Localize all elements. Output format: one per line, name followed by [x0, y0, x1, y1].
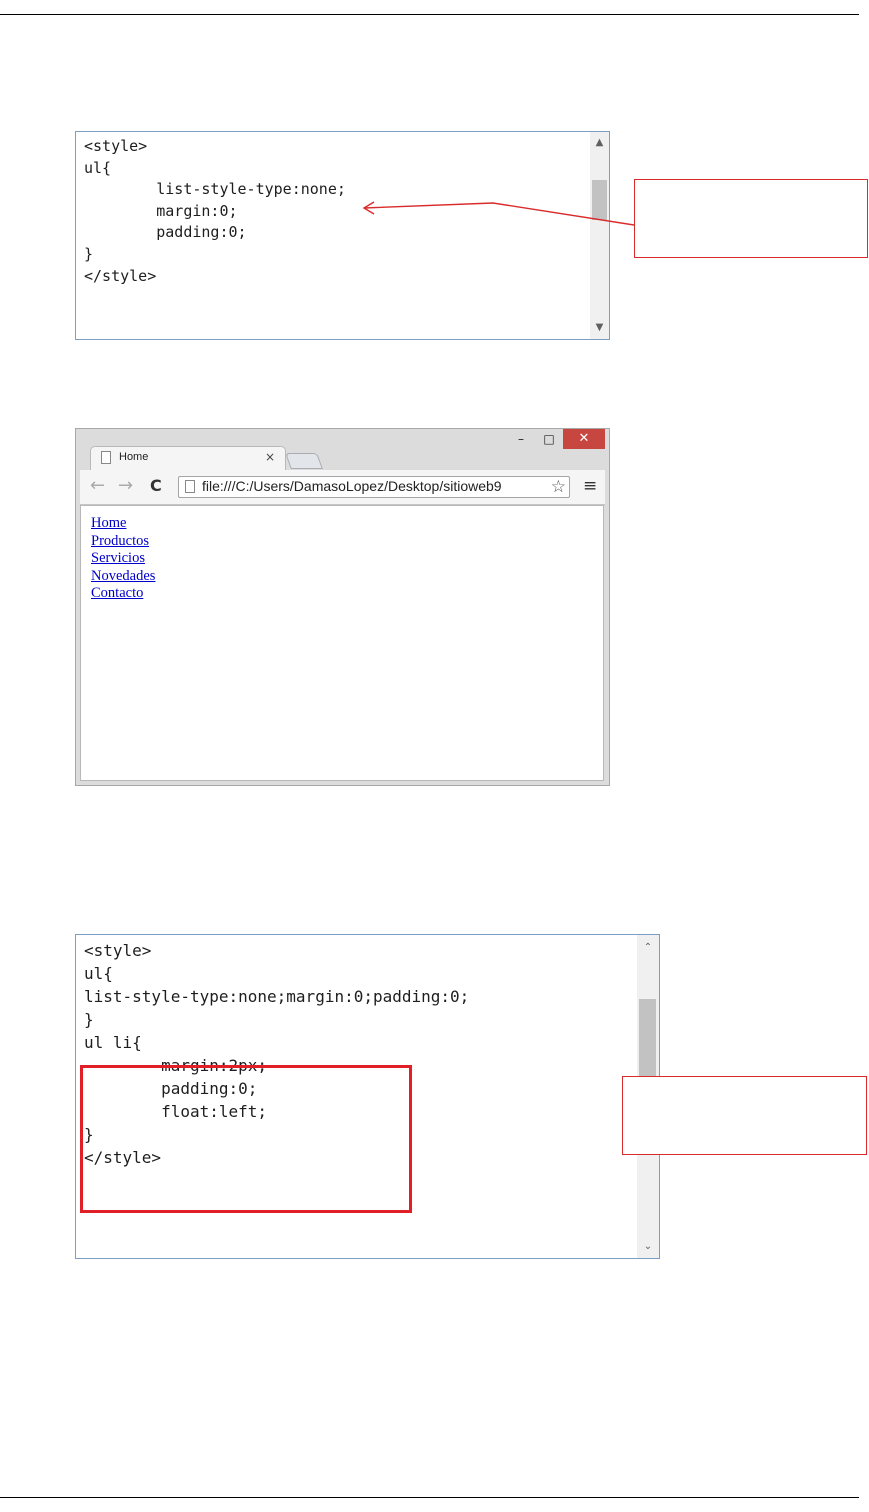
- code-line: </style>: [84, 266, 157, 285]
- browser-window: – □ ✕ Home × ← → C file:///C:/Users/Dama…: [75, 428, 610, 786]
- minimize-button[interactable]: –: [508, 429, 534, 449]
- address-bar[interactable]: file:///C:/Users/DamasoLopez/Desktop/sit…: [178, 476, 570, 498]
- code-line: }: [84, 244, 94, 263]
- code-line: list-style-type:none;: [84, 180, 346, 199]
- tab-title: Home: [119, 451, 149, 463]
- close-button[interactable]: ✕: [563, 429, 605, 449]
- annotation-box-1: [634, 179, 868, 258]
- scroll-up-icon[interactable]: ▲: [590, 134, 609, 152]
- reload-icon[interactable]: C: [150, 476, 162, 496]
- code-scrollbar-1[interactable]: ▲ ▼: [590, 132, 609, 339]
- star-icon[interactable]: ☆: [548, 477, 566, 497]
- code-line: ul{: [84, 964, 113, 983]
- list-item: Contacto: [91, 585, 155, 603]
- scroll-down-icon[interactable]: ▼: [590, 319, 609, 337]
- tab-close-icon[interactable]: ×: [265, 450, 275, 464]
- maximize-button[interactable]: □: [536, 429, 562, 449]
- code-line: margin:0;: [84, 201, 238, 220]
- link-productos[interactable]: Productos: [91, 533, 149, 549]
- code-line: list-style-type:none;margin:0;padding:0;: [84, 987, 470, 1006]
- nav-list: Home Productos Servicios Novedades Conta…: [91, 515, 155, 603]
- code-text-1: <style> ul{ list-style-type:none; margin:…: [84, 136, 346, 287]
- scroll-down-icon[interactable]: ⌄: [637, 1238, 659, 1256]
- code-line: }: [84, 1010, 94, 1029]
- list-item: Home: [91, 515, 155, 533]
- new-tab-button[interactable]: [285, 453, 323, 469]
- page-icon: [185, 480, 195, 493]
- list-item: Servicios: [91, 550, 155, 568]
- scroll-thumb[interactable]: [639, 999, 656, 1079]
- scroll-thumb[interactable]: [592, 180, 607, 220]
- page-icon: [101, 451, 111, 464]
- code-panel-2: <style> ul{ list-style-type:none;margin:0;…: [75, 934, 660, 1259]
- annotation-box-2: [622, 1076, 867, 1155]
- page-viewport: Home Productos Servicios Novedades Conta…: [80, 505, 604, 781]
- link-home[interactable]: Home: [91, 515, 126, 531]
- browser-toolbar: ← → C file:///C:/Users/DamasoLopez/Deskt…: [80, 470, 605, 505]
- code-line: <style>: [84, 137, 148, 155]
- menu-icon[interactable]: ≡: [583, 476, 597, 496]
- scroll-up-icon[interactable]: ⌃: [637, 939, 659, 957]
- forward-icon[interactable]: →: [118, 476, 133, 496]
- link-servicios[interactable]: Servicios: [91, 550, 145, 566]
- highlight-frame: [80, 1065, 412, 1213]
- code-panel-1: <style> ul{ list-style-type:none; margin:…: [75, 131, 610, 340]
- code-line: <style>: [84, 941, 152, 960]
- link-contacto[interactable]: Contacto: [91, 585, 143, 601]
- top-rule: [0, 14, 859, 15]
- address-url[interactable]: file:///C:/Users/DamasoLopez/Desktop/sit…: [202, 478, 502, 494]
- code-line: padding:0;: [84, 223, 247, 242]
- list-item: Novedades: [91, 568, 155, 586]
- code-line: ul li{: [84, 1033, 142, 1052]
- back-icon[interactable]: ←: [90, 476, 105, 496]
- bottom-rule: [0, 1497, 859, 1498]
- link-novedades[interactable]: Novedades: [91, 568, 155, 584]
- tab-home[interactable]: Home ×: [90, 446, 286, 470]
- list-item: Productos: [91, 533, 155, 551]
- code-line: ul{: [84, 158, 112, 177]
